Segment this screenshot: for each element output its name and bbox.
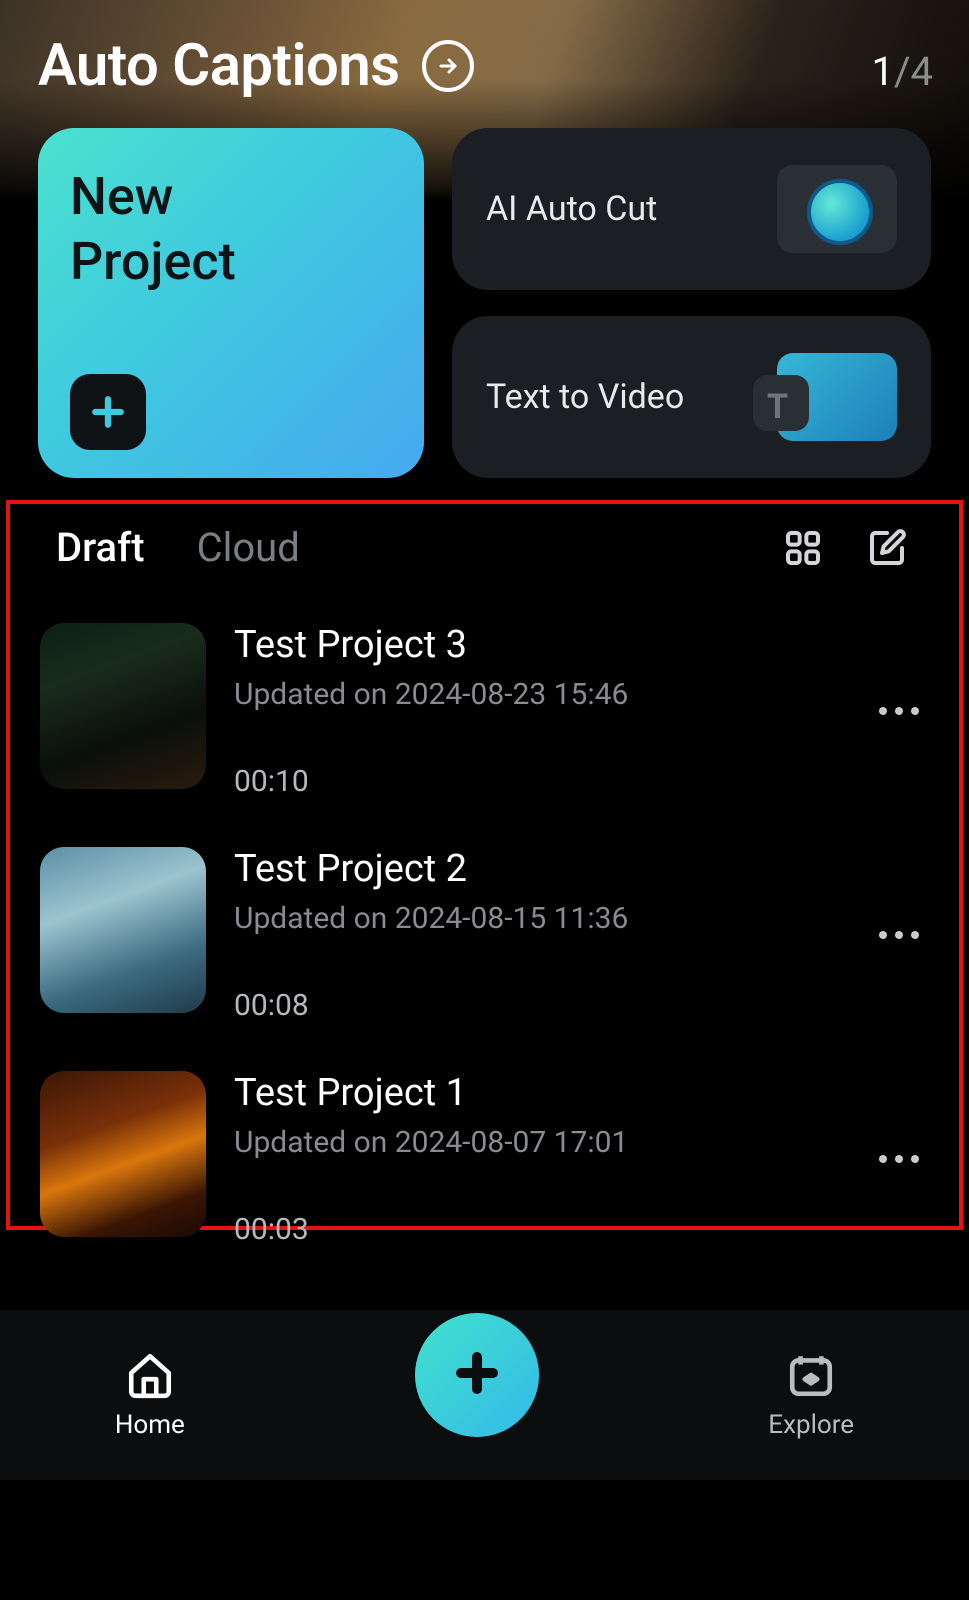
tab-cloud[interactable]: Cloud [197,524,300,571]
text-to-video-card[interactable]: Text to Video [452,316,931,478]
create-fab[interactable] [415,1313,539,1437]
project-thumbnail [40,847,206,1013]
nav-explore-label: Explore [768,1410,854,1440]
plus-icon [70,374,146,450]
project-row[interactable]: Test Project 1 Updated on 2024-08-07 17:… [40,1071,929,1247]
project-more-button[interactable] [879,1155,929,1163]
project-thumbnail [40,1071,206,1237]
ai-auto-cut-icon [777,165,897,253]
project-more-button[interactable] [879,931,929,939]
project-updated: Updated on 2024-08-23 15:46 [234,677,851,712]
project-title: Test Project 1 [234,1071,851,1115]
text-to-video-label: Text to Video [486,377,684,417]
edit-icon[interactable] [867,528,907,568]
project-updated: Updated on 2024-08-07 17:01 [234,1125,851,1160]
project-row[interactable]: Test Project 2 Updated on 2024-08-15 11:… [40,847,929,1023]
grid-view-icon[interactable] [783,528,823,568]
more-icon [879,931,919,939]
nav-home[interactable]: Home [115,1350,185,1440]
plus-icon [453,1349,501,1401]
project-row[interactable]: Test Project 3 Updated on 2024-08-23 15:… [40,623,929,799]
project-more-button[interactable] [879,707,929,715]
projects-section: Draft Cloud Test Project 3 Updated on 20… [6,500,963,1230]
tab-draft[interactable]: Draft [56,524,145,571]
project-title: Test Project 2 [234,847,851,891]
more-icon [879,1155,919,1163]
project-thumbnail [40,623,206,789]
ai-auto-cut-label: AI Auto Cut [486,189,657,229]
project-duration: 00:03 [234,1212,851,1247]
new-project-card[interactable]: New Project [38,128,424,478]
project-title: Test Project 3 [234,623,851,667]
explore-icon [786,1350,836,1404]
project-duration: 00:08 [234,988,851,1023]
nav-explore[interactable]: Explore [768,1350,854,1440]
bottom-nav: Home Explore [0,1310,969,1480]
nav-home-label: Home [115,1410,185,1440]
home-icon [125,1350,175,1404]
hero-page-indicator: 1/4 [872,48,933,95]
new-project-label: New Project [70,164,392,294]
more-icon [879,707,919,715]
arrow-right-circle-icon[interactable] [422,40,474,92]
hero-title: Auto Captions [38,32,400,100]
text-to-video-icon [777,353,897,441]
project-updated: Updated on 2024-08-15 11:36 [234,901,851,936]
project-duration: 00:10 [234,764,851,799]
ai-auto-cut-card[interactable]: AI Auto Cut [452,128,931,290]
